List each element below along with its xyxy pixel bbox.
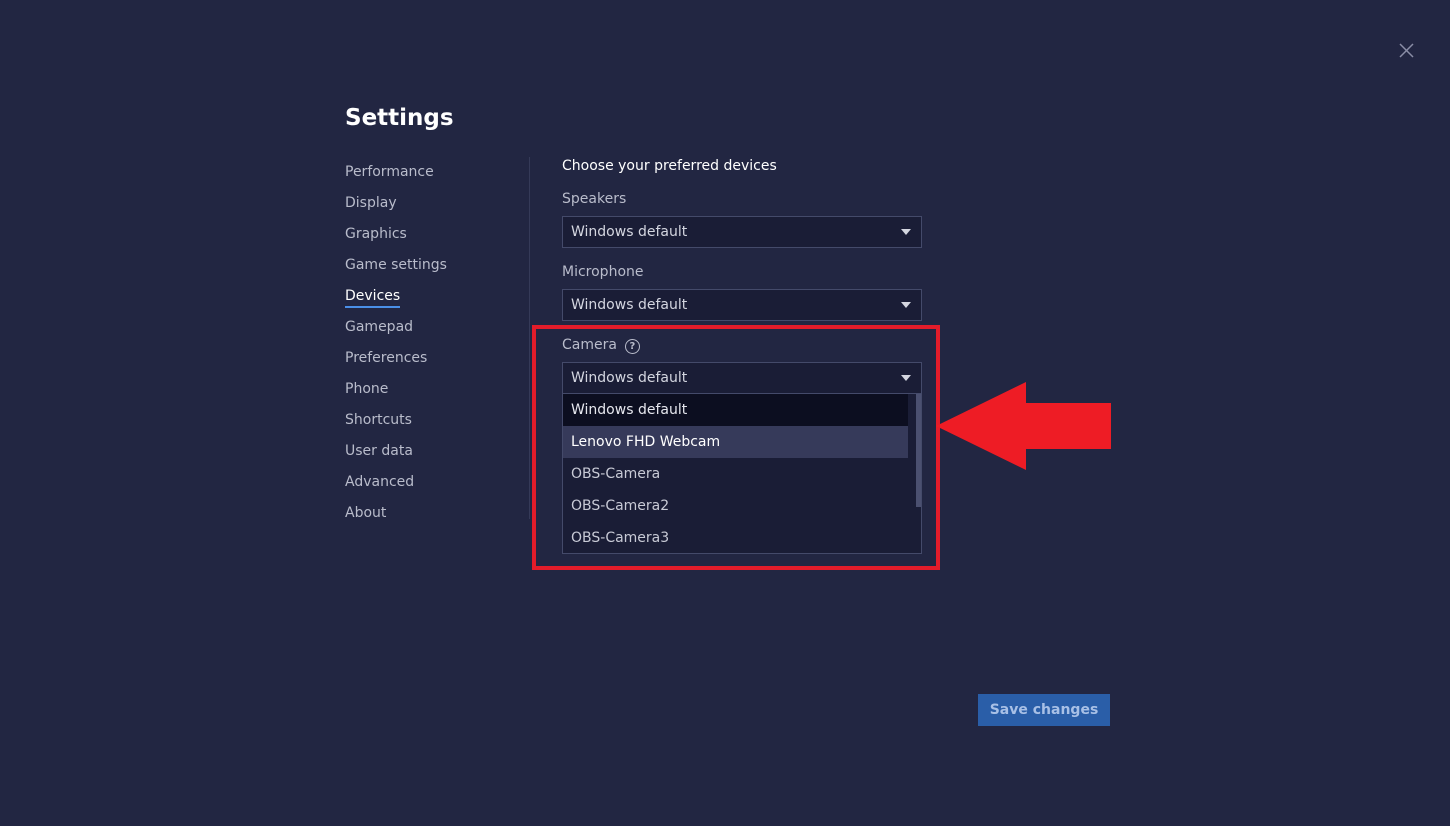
nav-item-label: About	[345, 505, 387, 521]
nav-item-label: Advanced	[345, 474, 415, 490]
nav-item-display[interactable]: Display	[345, 191, 515, 222]
nav-item-graphics[interactable]: Graphics	[345, 222, 515, 253]
arrow-left-icon	[936, 382, 1111, 470]
nav-item-label: Gamepad	[345, 319, 414, 335]
microphone-select[interactable]: Windows default	[562, 289, 922, 321]
nav-item-label: Graphics	[345, 226, 407, 242]
caret-down-icon	[901, 229, 911, 235]
nav-item-advanced[interactable]: Advanced	[345, 470, 515, 501]
microphone-value: Windows default	[571, 297, 688, 313]
speakers-select[interactable]: Windows default	[562, 216, 922, 248]
nav-item-performance[interactable]: Performance	[345, 160, 515, 191]
camera-value: Windows default	[571, 370, 688, 386]
nav-item-label: User data	[345, 443, 413, 459]
nav-item-label: Devices	[345, 286, 401, 308]
save-changes-button[interactable]: Save changes	[978, 694, 1110, 726]
close-icon	[1399, 43, 1414, 58]
nav-divider	[529, 157, 530, 519]
speakers-label: Speakers	[562, 191, 627, 207]
nav-item-label: Performance	[345, 164, 434, 180]
camera-option-windows-default[interactable]: Windows default	[563, 394, 908, 426]
nav-item-game-settings[interactable]: Game settings	[345, 253, 515, 284]
nav-item-label: Phone	[345, 381, 389, 397]
section-title: Choose your preferred devices	[562, 158, 777, 174]
camera-label-row: Camera?	[562, 336, 640, 354]
dropdown-scrollbar[interactable]	[916, 394, 921, 553]
nav-item-about[interactable]: About	[345, 501, 515, 532]
camera-select[interactable]: Windows default	[562, 362, 922, 394]
nav-item-label: Preferences	[345, 350, 428, 366]
caret-down-icon	[901, 375, 911, 381]
camera-option-lenovo-fhd-webcam[interactable]: Lenovo FHD Webcam	[563, 426, 908, 458]
microphone-label: Microphone	[562, 264, 644, 280]
close-button[interactable]	[1396, 40, 1418, 62]
nav-item-devices[interactable]: Devices	[345, 284, 515, 315]
settings-nav: Performance Display Graphics Game settin…	[345, 160, 515, 532]
camera-option-obs-camera3[interactable]: OBS-Camera3	[563, 522, 908, 553]
camera-option-obs-camera[interactable]: OBS-Camera	[563, 458, 908, 490]
speakers-value: Windows default	[571, 224, 688, 240]
nav-item-label: Display	[345, 195, 397, 211]
nav-item-shortcuts[interactable]: Shortcuts	[345, 408, 515, 439]
dropdown-scrollbar-thumb[interactable]	[916, 394, 921, 507]
caret-down-icon	[901, 302, 911, 308]
nav-item-label: Shortcuts	[345, 412, 412, 428]
nav-item-label: Game settings	[345, 257, 447, 273]
page-title: Settings	[345, 105, 454, 131]
help-circle-icon[interactable]: ?	[624, 339, 640, 354]
camera-label: Camera	[562, 337, 617, 353]
nav-item-gamepad[interactable]: Gamepad	[345, 315, 515, 346]
nav-item-preferences[interactable]: Preferences	[345, 346, 515, 377]
nav-item-phone[interactable]: Phone	[345, 377, 515, 408]
nav-item-user-data[interactable]: User data	[345, 439, 515, 470]
camera-option-obs-camera2[interactable]: OBS-Camera2	[563, 490, 908, 522]
camera-dropdown-list: Windows default Lenovo FHD Webcam OBS-Ca…	[562, 394, 922, 554]
